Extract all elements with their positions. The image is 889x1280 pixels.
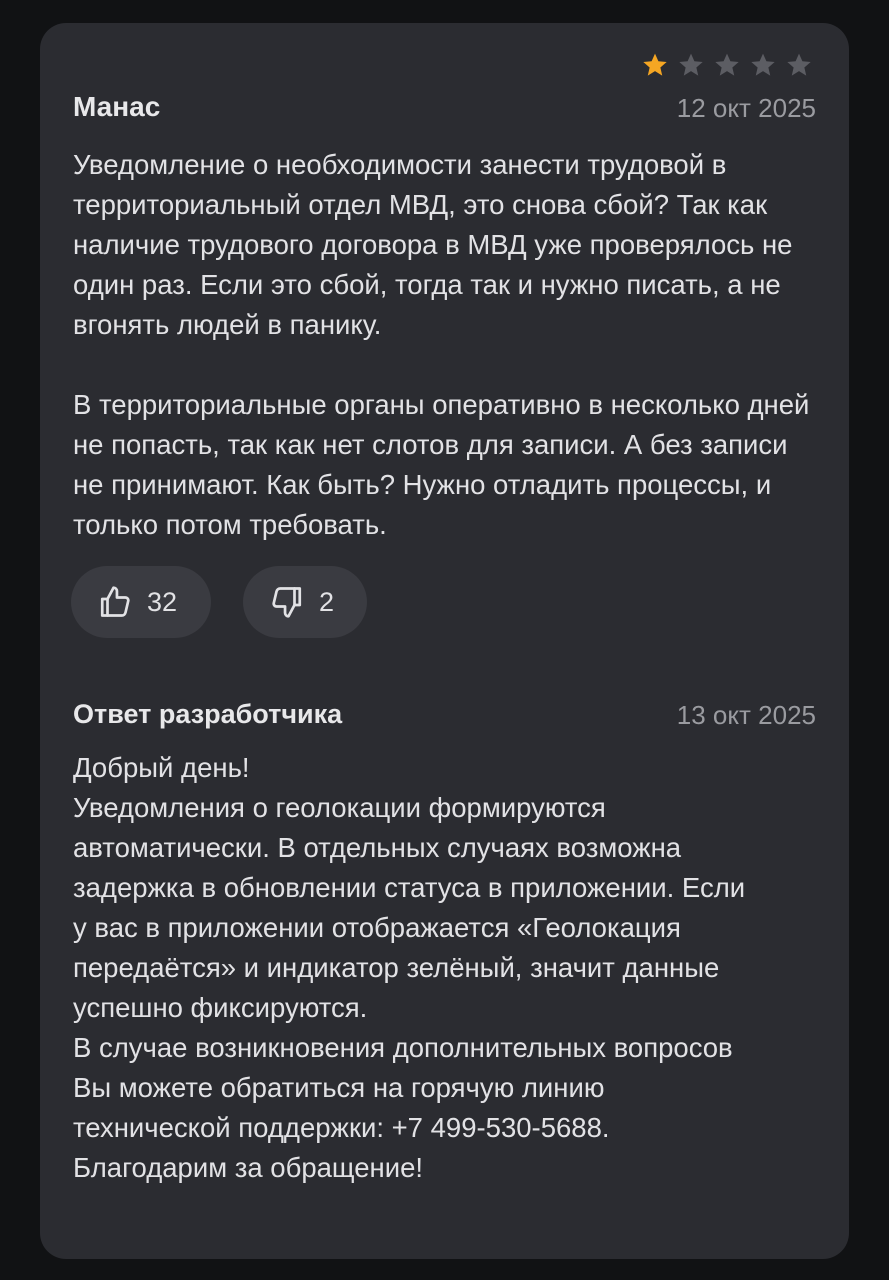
star-icon [785, 51, 813, 79]
star-icon [641, 51, 669, 79]
reply-line: Уведомления о геолокации формируются [73, 792, 606, 823]
star-icon [749, 51, 777, 79]
review-body: Уведомление о необходимости занести труд… [73, 145, 818, 545]
developer-reply-title: Ответ разработчика [73, 699, 343, 729]
reply-line: автоматически. В отдельных случаях возмо… [73, 832, 682, 863]
reply-date: 13 окт 2025 [676, 700, 816, 730]
reply-line: передаётся» и индикатор зелёный, значит … [73, 952, 720, 983]
reply-line: Благодарим за обращение! [73, 1152, 424, 1183]
star-icon [713, 51, 741, 79]
developer-reply-body: Добрый день! Уведомления о геолокации фо… [73, 748, 818, 1188]
star-icon [677, 51, 705, 79]
reply-line: успешно фиксируются. [73, 992, 368, 1023]
dislike-count: 2 [319, 586, 335, 617]
reply-line: Добрый день! [73, 752, 250, 783]
review-author: Манас [73, 91, 161, 122]
dislike-button[interactable]: 2 [243, 566, 367, 638]
thumbs-down-icon [269, 584, 305, 620]
reply-line: у вас в приложении отображается «Геолока… [73, 912, 681, 943]
review-card: Манас 12 окт 2025 Уведомление о необходи… [40, 23, 849, 1259]
reply-line: задержка в обновлении статуса в приложен… [73, 872, 746, 903]
review-paragraph: В территориальные органы оперативно в не… [73, 389, 810, 540]
like-count: 32 [147, 586, 178, 617]
reply-line: технической поддержки: +7 499-530-5688. [73, 1112, 610, 1143]
review-date: 12 окт 2025 [676, 93, 816, 123]
like-button[interactable]: 32 [71, 566, 211, 638]
reply-line: В случае возникновения дополнительных во… [73, 1032, 733, 1063]
rating-stars [641, 51, 813, 79]
review-paragraph: Уведомление о необходимости занести труд… [73, 149, 793, 340]
thumbs-up-icon [97, 584, 133, 620]
reply-line: Вы можете обратиться на горячую линию [73, 1072, 605, 1103]
